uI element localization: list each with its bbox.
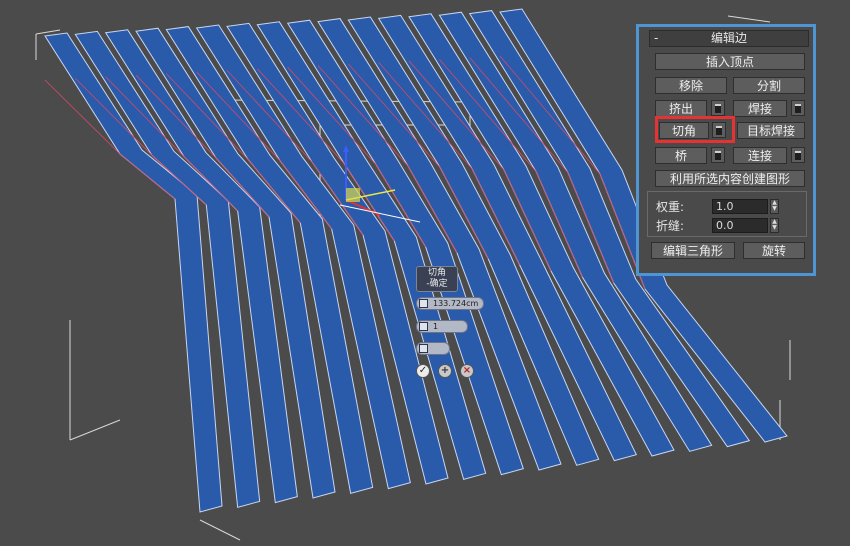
chamfer-amount-icon [419,299,428,308]
apply-plus-icon[interactable]: + [438,364,452,378]
turn-button[interactable]: 旋转 [743,242,805,259]
connect-button[interactable]: 连接 [733,147,787,164]
extrude-button[interactable]: 挤出 [655,100,707,117]
crease-label: 折缝: [656,219,685,233]
weight-input[interactable]: 1.0 [712,199,768,214]
target-weld-button[interactable]: 目标焊接 [737,122,805,139]
weight-label: 权重: [656,200,685,214]
chamfer-amount-value: 133.724cm [433,299,479,308]
chamfer-segments-icon [419,322,428,331]
chamfer-button[interactable]: 切角 [659,122,709,139]
collapse-icon: - [654,31,659,45]
edit-edges-rollout-header[interactable]: - 编辑边 [649,30,809,47]
chamfer-open-toggle[interactable] [416,342,450,355]
chamfer-segments-value: 1 [433,322,439,331]
cancel-x-icon[interactable]: × [460,364,474,378]
split-button[interactable]: 分割 [733,77,805,94]
bridge-settings-icon[interactable] [711,147,725,163]
edit-edges-panel: - 编辑边 插入顶点 移除 分割 挤出 焊接 切角 目标焊接 桥 连接 利用所选… [636,24,816,276]
panel-title: 编辑边 [710,31,747,45]
caddy-title-line1: 切角 [427,268,446,278]
open-chamfer-icon [419,344,428,353]
weld-settings-icon[interactable] [791,100,805,116]
weld-button[interactable]: 焊接 [733,100,787,117]
edit-triangles-button[interactable]: 编辑三角形 [651,242,735,259]
weight-crease-group: 权重: 1.0 ▲ ▼ 折缝: 0.0 ▲ ▼ [647,191,807,237]
chamfer-settings-icon[interactable] [712,122,726,138]
create-shape-button[interactable]: 利用所选内容创建图形 [655,170,805,187]
extrude-settings-icon[interactable] [711,100,725,116]
bridge-button[interactable]: 桥 [655,147,707,164]
chamfer-amount-field[interactable]: 133.724cm [416,297,484,310]
insert-vertex-button[interactable]: 插入顶点 [655,53,805,70]
weight-spinner[interactable]: ▲ ▼ [770,199,779,214]
chamfer-segments-field[interactable]: 1 [416,320,468,333]
ok-check-icon[interactable]: ✓ [416,364,430,378]
caddy-title-line2: -确定 [426,279,448,289]
connect-settings-icon[interactable] [791,147,805,163]
crease-spinner[interactable]: ▲ ▼ [770,218,779,233]
remove-button[interactable]: 移除 [655,77,727,94]
chamfer-caddy-title[interactable]: 切角 -确定 [416,266,458,292]
crease-input[interactable]: 0.0 [712,218,768,233]
